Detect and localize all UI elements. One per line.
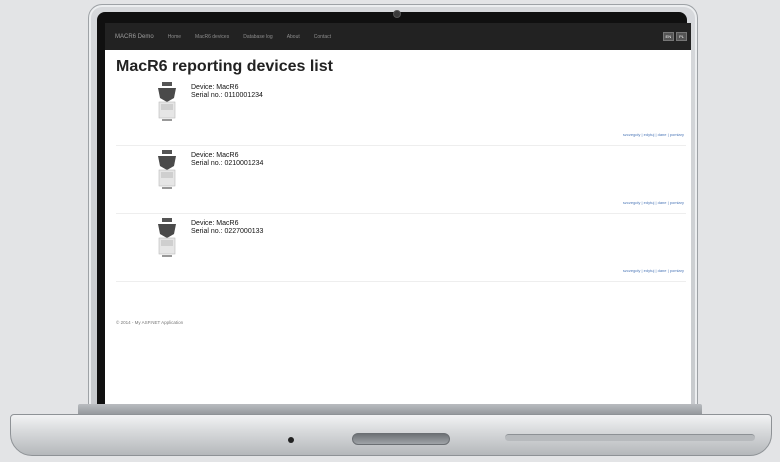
main-content: MacR6 reporting devices list Device: Mac… [116, 58, 686, 325]
device-info: Device: MacR6 Serial no.: 0210001234 [191, 152, 263, 168]
nav-link-database-log[interactable]: Database log [243, 34, 272, 40]
nav-link-about[interactable]: About [287, 34, 300, 40]
device-name: Device: MacR6 [191, 220, 239, 227]
device-serial: Serial no.: 0210001234 [191, 160, 264, 167]
page-title: MacR6 reporting devices list [116, 58, 333, 75]
language-switcher: EN PL [662, 32, 687, 41]
optical-drive-slot [352, 433, 450, 445]
device-actions-links[interactable]: szczegoly | edytuj | dane | pomiary [623, 268, 684, 273]
page-footer: © 2014 - My ASP.NET Application [116, 320, 184, 325]
device-thumbnail-icon [158, 150, 176, 189]
device-row: Device: MacR6 Serial no.: 0210001234 szc… [116, 146, 686, 214]
device-thumbnail-icon [158, 82, 176, 121]
device-thumbnail-icon [158, 218, 176, 257]
browser-screen: MACR6 Demo Home MacR6 devices Database l… [105, 23, 691, 405]
device-name: Device: MacR6 [191, 84, 239, 91]
device-serial: Serial no.: 0110001234 [191, 92, 263, 99]
nav-link-contact[interactable]: Contact [314, 34, 331, 40]
device-info: Device: MacR6 Serial no.: 0110001234 [191, 84, 263, 100]
nav-link-devices[interactable]: MacR6 devices [195, 34, 229, 40]
camera-icon [393, 10, 401, 18]
device-info: Device: MacR6 Serial no.: 0227000133 [191, 220, 263, 236]
site-navbar: MACR6 Demo Home MacR6 devices Database l… [105, 23, 691, 50]
device-serial: Serial no.: 0227000133 [191, 228, 264, 235]
lang-button-en[interactable]: EN [662, 32, 675, 41]
sleep-light-icon [288, 437, 294, 443]
nav-link-home[interactable]: Home [168, 34, 181, 40]
device-name: Device: MacR6 [191, 152, 239, 159]
device-actions-links[interactable]: szczegoly | edytuj | dane | pomiary [623, 132, 684, 137]
device-row: Device: MacR6 Serial no.: 0227000133 szc… [116, 214, 686, 282]
lang-button-pl[interactable]: PL [676, 32, 687, 41]
navbar-brand[interactable]: MACR6 Demo [115, 34, 154, 40]
device-row: Device: MacR6 Serial no.: 0110001234 szc… [116, 78, 686, 146]
device-actions-links[interactable]: szczegoly | edytuj | dane | pomiary [623, 200, 684, 205]
base-vent [505, 434, 755, 441]
